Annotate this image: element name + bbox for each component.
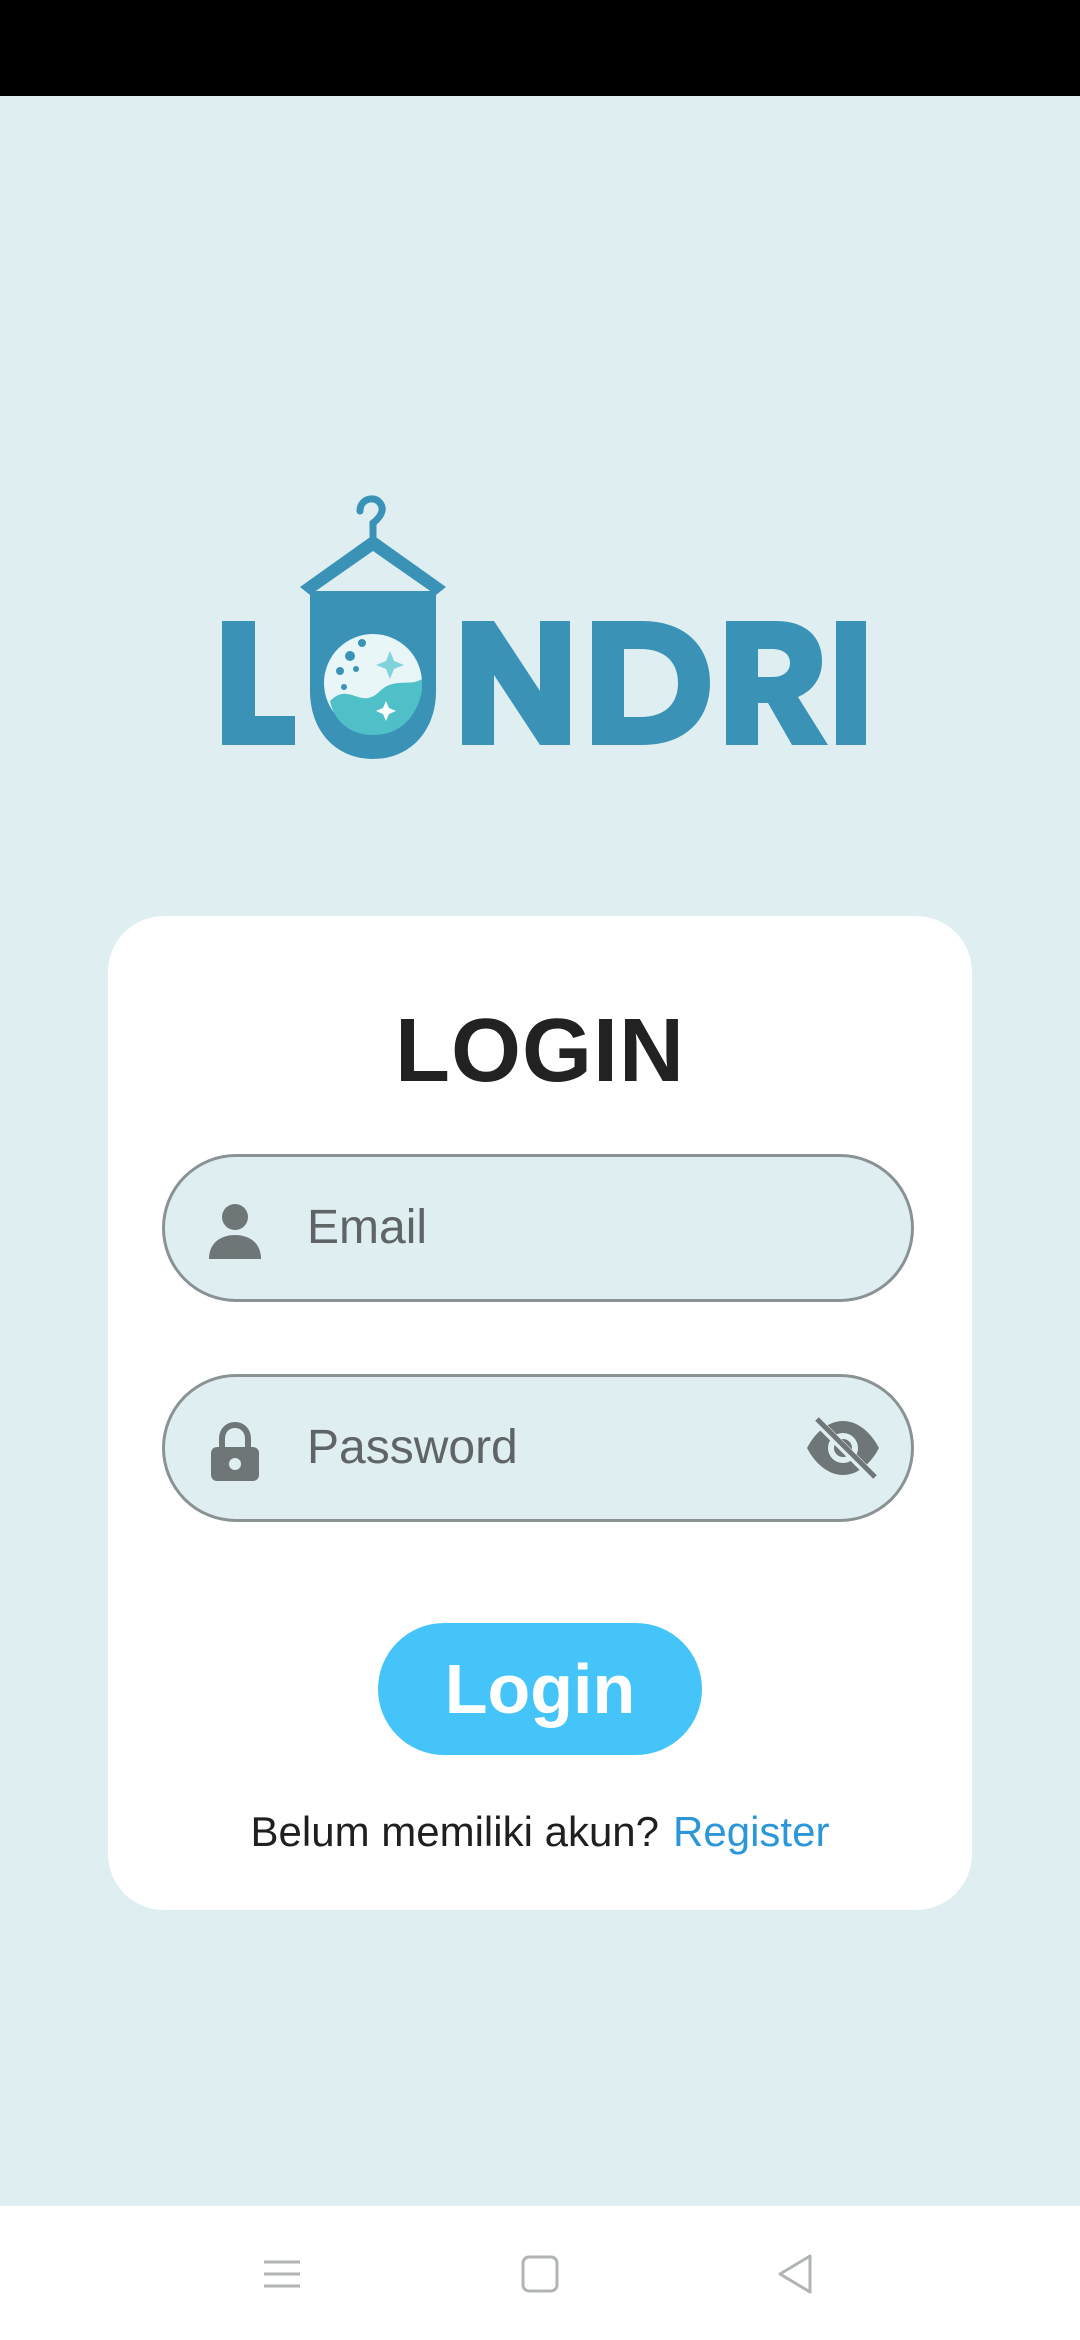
eye-off-icon[interactable] <box>805 1415 881 1481</box>
register-row: Belum memiliki akun? Register <box>108 1804 972 1860</box>
register-link[interactable]: Register <box>673 1808 829 1855</box>
status-bar <box>0 0 1080 96</box>
email-field[interactable]: Email <box>162 1154 914 1302</box>
password-field[interactable]: Password <box>162 1374 914 1522</box>
login-title: LOGIN <box>395 1001 685 1101</box>
login-card: LOGIN Email Password Login Belum memilik… <box>108 916 972 1910</box>
londri-logo <box>222 495 866 759</box>
lock-icon <box>211 1421 259 1481</box>
back-triangle-icon[interactable] <box>766 2244 826 2304</box>
person-icon <box>209 1204 261 1259</box>
password-placeholder: Password <box>307 1421 518 1474</box>
register-prompt: Belum memiliki akun? <box>250 1808 660 1855</box>
email-placeholder: Email <box>307 1201 428 1254</box>
login-button[interactable]: Login <box>378 1623 702 1755</box>
app-screen: LOGIN Email Password Login Belum memilik… <box>0 96 1080 2206</box>
system-nav-bar <box>0 2206 1080 2340</box>
menu-icon[interactable] <box>252 2244 312 2304</box>
home-square-icon[interactable] <box>510 2244 570 2304</box>
